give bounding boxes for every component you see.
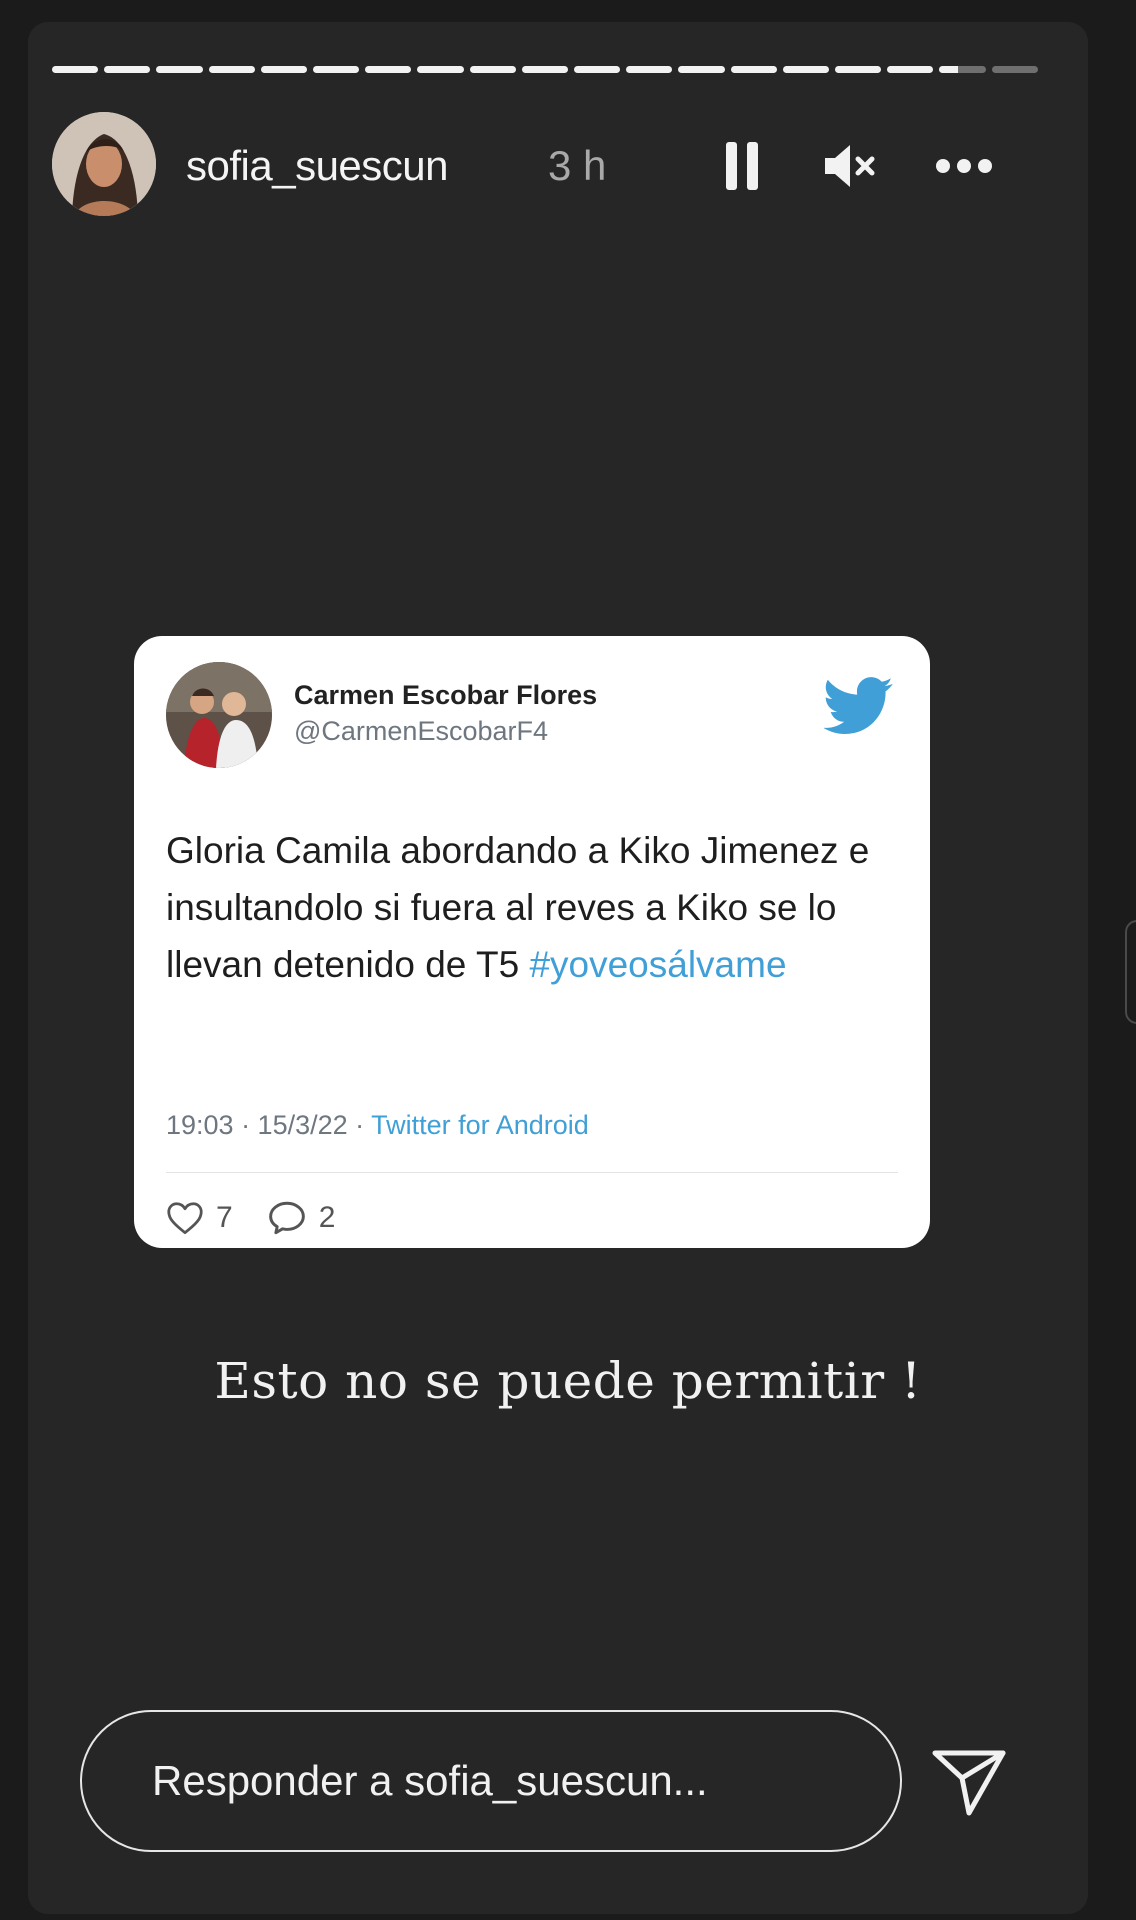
progress-segment-fill: [156, 66, 203, 73]
progress-segment: [313, 66, 360, 73]
progress-segment-fill: [939, 66, 958, 73]
tweet-author-handle: @CarmenEscobarF4: [294, 716, 548, 746]
progress-segment: [208, 66, 255, 73]
progress-segment: [104, 66, 151, 73]
progress-segment-fill: [104, 66, 151, 73]
story-username[interactable]: sofia_suescun: [186, 142, 449, 190]
tweet-like-count: 7: [216, 1201, 233, 1234]
tweet-avatar-photo: [166, 662, 272, 768]
tweet-meta: 19:03 · 15/3/22 · Twitter for Android: [166, 1110, 589, 1141]
progress-segment: [835, 66, 882, 73]
progress-segment-fill: [469, 66, 516, 73]
tweet-reply-action: 2: [267, 1200, 336, 1236]
progress-segment-fill: [417, 66, 464, 73]
tweet-reply-count: 2: [318, 1201, 336, 1234]
tweet-card: Carmen Escobar Flores @CarmenEscobarF4 G…: [134, 636, 930, 1248]
heart-icon: [167, 1202, 203, 1235]
story-caption: Esto no se puede permitir !: [214, 1352, 922, 1410]
progress-segment: [260, 66, 308, 73]
story-header: sofia_suescun 3 h: [52, 112, 1038, 218]
mute-button[interactable]: [820, 138, 880, 194]
comment-bubble-icon: [268, 1201, 305, 1235]
send-button[interactable]: [926, 1742, 1012, 1822]
progress-segment-fill: [521, 66, 569, 73]
muted-speaker-icon: [825, 145, 875, 187]
progress-segment-fill: [887, 66, 934, 73]
progress-segment: [469, 66, 516, 73]
progress-segment: [417, 66, 464, 73]
progress-segment: [782, 66, 830, 73]
progress-segment-fill: [52, 66, 99, 73]
progress-segment: [156, 66, 203, 73]
progress-segment-fill: [574, 66, 621, 73]
story-progress-bar: [52, 66, 1038, 74]
more-options-icon: [936, 159, 992, 173]
progress-segment-fill: [208, 66, 255, 73]
tweet-actions: 7 2: [166, 1196, 369, 1240]
send-paper-plane-icon: [932, 1750, 1006, 1816]
tweet-divider: [166, 1172, 898, 1173]
story-viewer: sofia_suescun 3 h Carmen Escobar Flores …: [0, 0, 1136, 1920]
progress-segment-fill: [313, 66, 360, 73]
progress-segment-fill: [260, 66, 308, 73]
tweet-timestamp: 19:03 · 15/3/22 ·: [166, 1110, 372, 1140]
progress-segment: [626, 66, 673, 73]
next-story-handle[interactable]: [1125, 920, 1136, 1024]
progress-segment: [730, 66, 777, 73]
story-timestamp: 3 h: [548, 142, 607, 189]
tweet-author-name: Carmen Escobar Flores: [294, 680, 598, 710]
progress-segment: [574, 66, 621, 73]
avatar-photo: [52, 112, 156, 216]
progress-segment-fill: [835, 66, 882, 73]
progress-segment: [365, 66, 412, 73]
progress-segment: [939, 66, 986, 73]
progress-segment-fill: [365, 66, 412, 73]
progress-segment: [521, 66, 569, 73]
tweet-hashtag[interactable]: #yoveosálvame: [529, 944, 786, 985]
reply-input[interactable]: [80, 1710, 902, 1852]
tweet-text: Gloria Camila abordando a Kiko Jimenez e…: [166, 822, 906, 993]
progress-segment-fill: [730, 66, 777, 73]
progress-segment: [678, 66, 725, 73]
tweet-source: Twitter for Android: [371, 1110, 589, 1140]
tweet-author-avatar: [166, 662, 272, 768]
pause-button[interactable]: [712, 138, 772, 194]
progress-segment-fill: [782, 66, 830, 73]
pause-icon: [726, 142, 758, 190]
progress-segment: [991, 66, 1038, 73]
progress-segment: [887, 66, 934, 73]
tweet-like-action: 7: [166, 1201, 233, 1235]
progress-segment-fill: [626, 66, 673, 73]
avatar[interactable]: [52, 112, 156, 216]
progress-segment: [52, 66, 99, 73]
progress-segment-fill: [678, 66, 725, 73]
more-options-button[interactable]: [934, 138, 994, 194]
twitter-logo-icon: [822, 676, 894, 736]
